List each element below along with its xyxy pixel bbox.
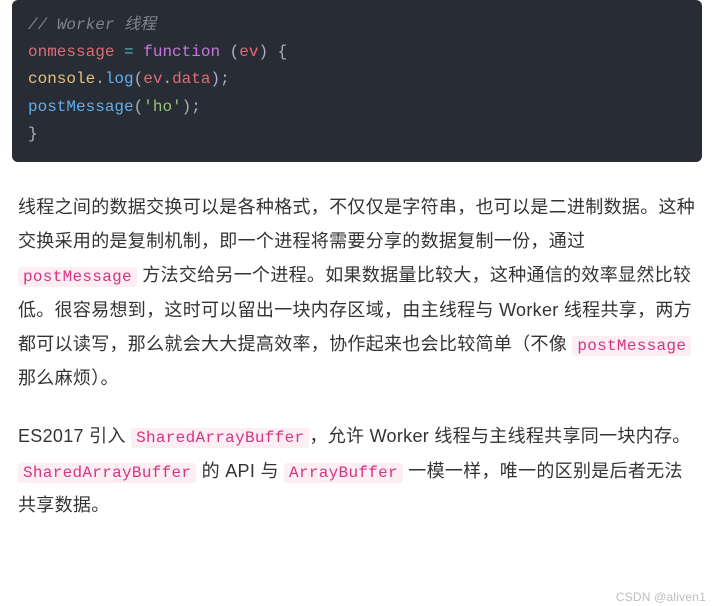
code-line-5: }	[28, 121, 686, 148]
inline-code-postmessage: postMessage	[18, 267, 137, 287]
inline-code-sharedarraybuffer: SharedArrayBuffer	[131, 428, 309, 448]
code-line-4: postMessage('ho');	[28, 94, 686, 121]
paragraph-1: 线程之间的数据交换可以是各种格式，不仅仅是字符串，也可以是二进制数据。这种交换采…	[18, 190, 696, 396]
code-line-1: // Worker 线程	[28, 12, 686, 39]
code-keyword-function: function	[143, 43, 220, 61]
article-body: 线程之间的数据交换可以是各种格式，不仅仅是字符串，也可以是二进制数据。这种交换采…	[0, 190, 714, 523]
code-line-3: console.log(ev.data);	[28, 66, 686, 93]
inline-code-arraybuffer: ArrayBuffer	[284, 463, 403, 483]
inline-code-sharedarraybuffer: SharedArrayBuffer	[18, 463, 196, 483]
code-comment: // Worker 线程	[28, 16, 156, 34]
code-block: // Worker 线程 onmessage = function (ev) {…	[12, 0, 702, 162]
watermark: CSDN @aliven1	[616, 590, 706, 604]
code-ident-onmessage: onmessage	[28, 43, 114, 61]
code-line-2: onmessage = function (ev) {	[28, 39, 686, 66]
inline-code-postmessage: postMessage	[572, 336, 691, 356]
paragraph-2: ES2017 引入 SharedArrayBuffer，允许 Worker 线程…	[18, 419, 696, 522]
